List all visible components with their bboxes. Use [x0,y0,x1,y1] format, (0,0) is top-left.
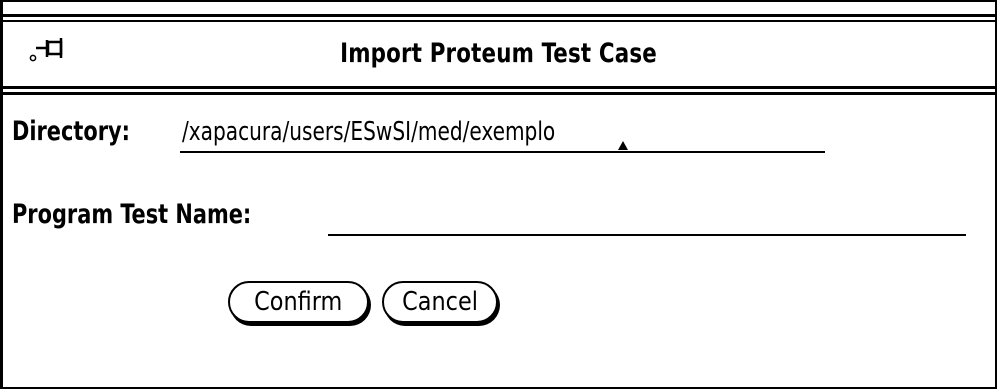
confirm-button[interactable]: Confirm [228,281,369,323]
text-caret [618,141,628,150]
program-test-name-input[interactable] [328,234,966,236]
titlebar-top-line [3,14,995,17]
directory-input[interactable] [180,151,825,153]
titlebar-bottom-line-2 [3,92,995,95]
program-test-name-label: Program Test Name: [12,199,252,230]
titlebar-bottom-line [3,86,995,89]
directory-label: Directory: [12,116,130,147]
directory-input-value[interactable]: /xapacura/users/ESwSI/med/exemplo [182,117,555,147]
titlebar-top-line-2 [3,20,995,22]
confirm-button-label: Confirm [254,287,343,317]
cancel-button[interactable]: Cancel [382,281,498,323]
cancel-button-label: Cancel [402,287,478,317]
dialog-title: Import Proteum Test Case [340,38,657,69]
